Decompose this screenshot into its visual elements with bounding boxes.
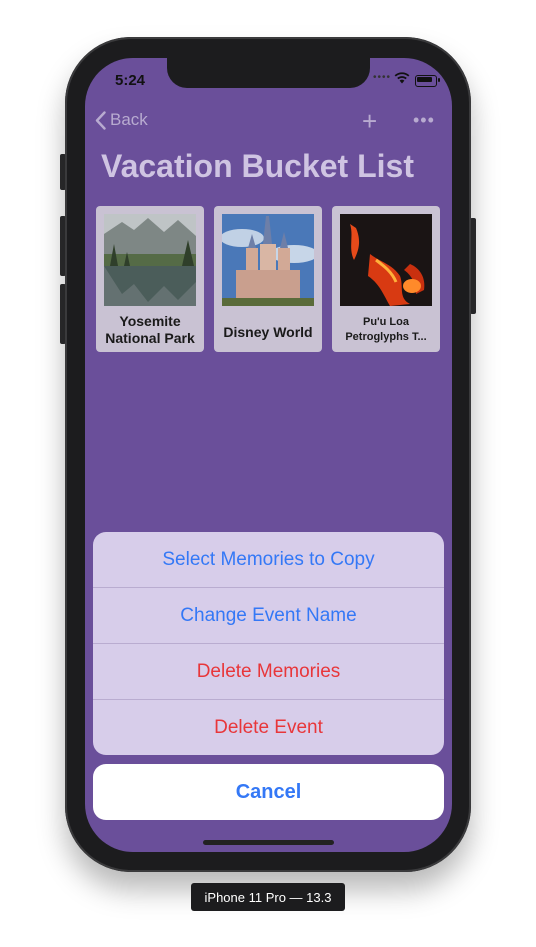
lava-photo	[340, 214, 432, 306]
event-card-yosemite[interactable]: Yosemite National Park	[96, 206, 204, 352]
change-event-name-button[interactable]: Change Event Name	[93, 588, 444, 644]
delete-memories-button[interactable]: Delete Memories	[93, 644, 444, 700]
event-card-puuloa[interactable]: Pu'u Loa Petroglyphs T...	[332, 206, 440, 352]
page-title: Vacation Bucket List	[101, 148, 414, 184]
home-indicator[interactable]	[203, 840, 334, 845]
battery-icon	[415, 75, 440, 87]
action-sheet: Select Memories to Copy Change Event Nam…	[93, 532, 444, 755]
event-card-caption: Disney World	[223, 323, 313, 340]
plus-icon[interactable]: +	[362, 108, 377, 134]
castle-photo	[222, 214, 314, 306]
device-label: iPhone 11 Pro — 13.3	[191, 883, 345, 911]
mountain-lake-photo	[104, 214, 196, 306]
back-button[interactable]: Back	[95, 110, 148, 130]
wifi-icon	[394, 72, 410, 84]
event-cards: Yosemite National Park Disney World Pu'u…	[96, 206, 440, 352]
event-card-caption: Pu'u Loa Petroglyphs T...	[345, 316, 427, 343]
app-screen: 5:24 •••• Back + ••• Vacation Bucket Lis…	[85, 58, 452, 852]
event-card-caption: Yosemite National Park	[105, 313, 195, 346]
delete-event-button[interactable]: Delete Event	[93, 700, 444, 755]
notch	[167, 58, 370, 88]
back-label: Back	[110, 110, 148, 129]
simulator-stage: 5:24 •••• Back + ••• Vacation Bucket Lis…	[0, 0, 536, 947]
event-card-disney[interactable]: Disney World	[214, 206, 322, 352]
select-memories-to-copy-button[interactable]: Select Memories to Copy	[93, 532, 444, 588]
cancel-button[interactable]: Cancel	[93, 764, 444, 820]
ellipsis-icon[interactable]: •••	[413, 110, 435, 131]
status-time: 5:24	[115, 72, 146, 89]
signal-icon: ••••	[373, 72, 392, 83]
chevron-left-icon	[95, 110, 106, 130]
